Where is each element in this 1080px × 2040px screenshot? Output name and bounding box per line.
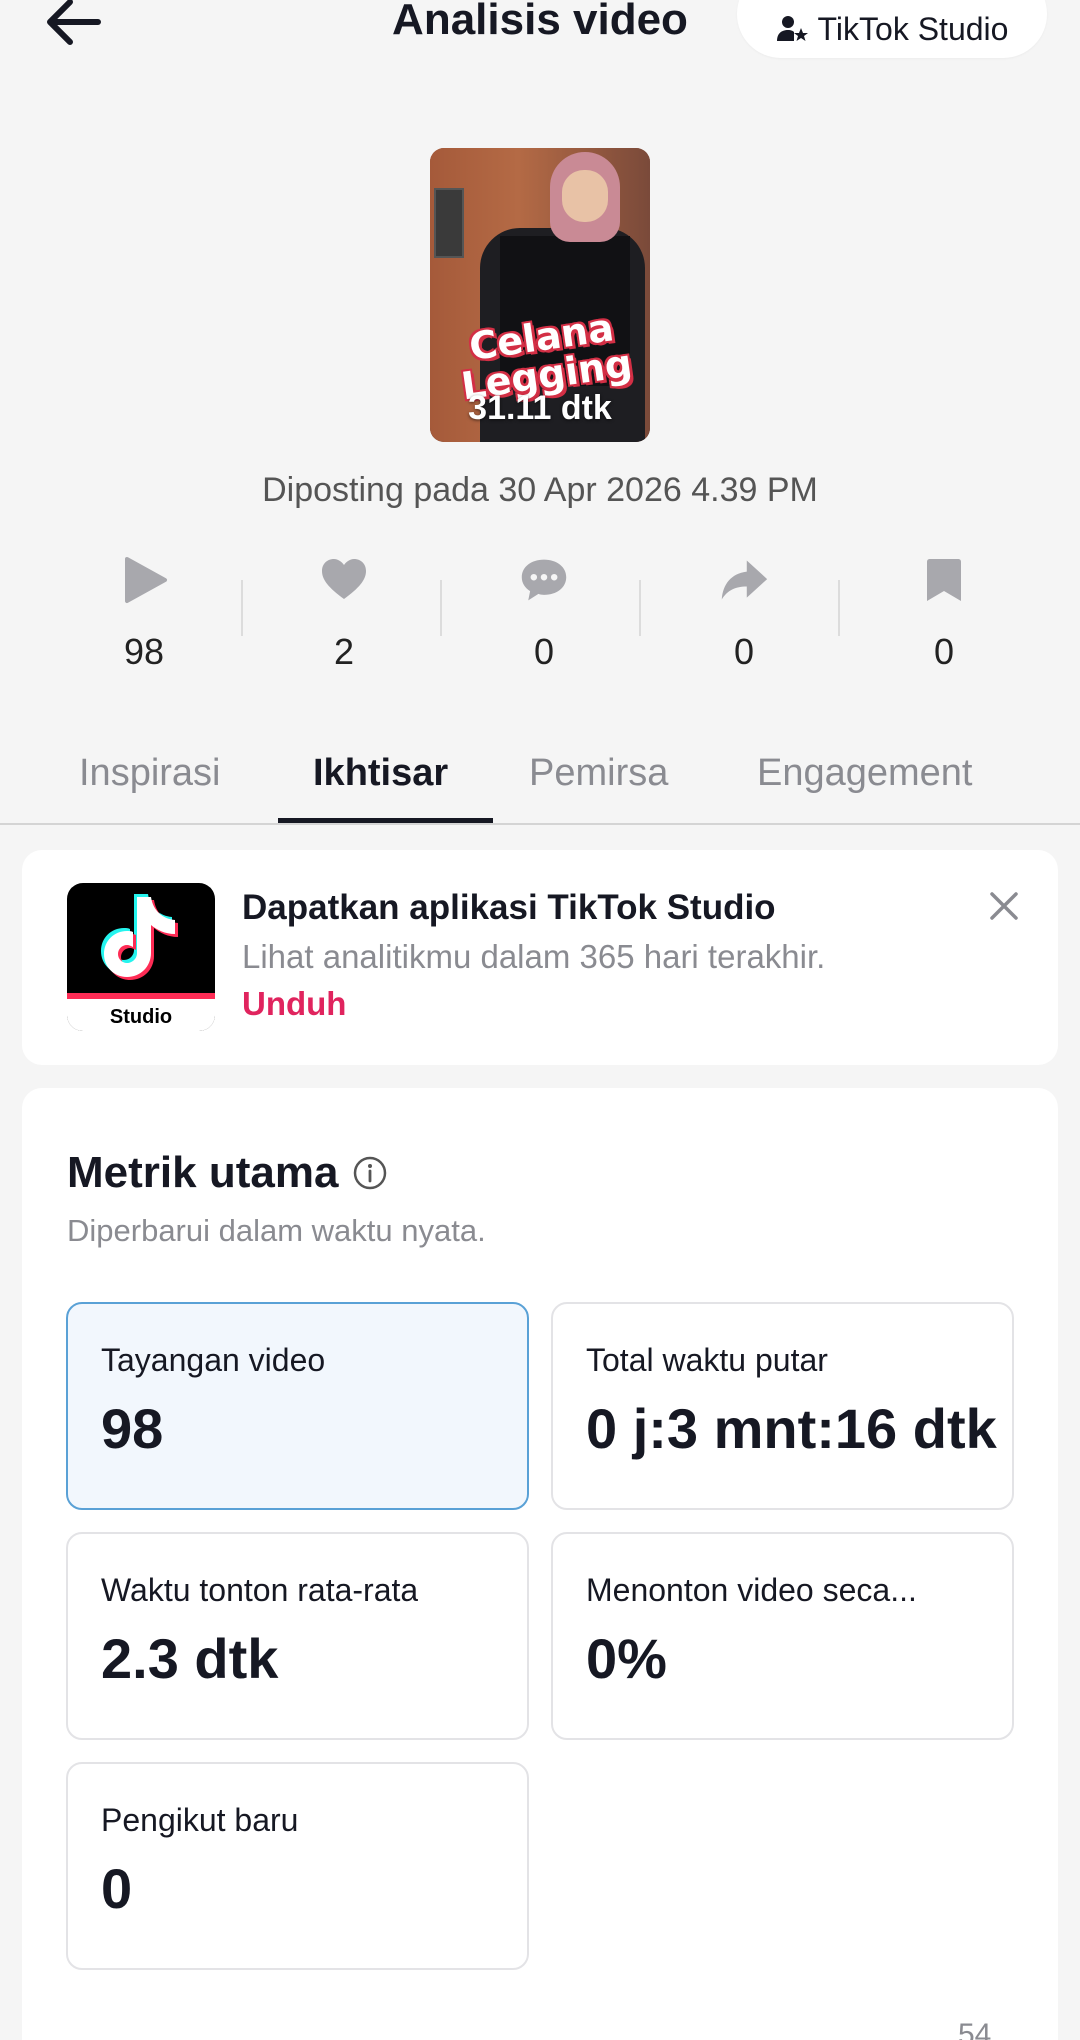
metric-value: 0%	[586, 1627, 667, 1690]
stat-comments: 0	[444, 555, 644, 685]
tiktok-studio-logo: Studio	[67, 883, 215, 1031]
close-promo-button[interactable]	[984, 886, 1024, 926]
tiktok-studio-label: TikTok Studio	[817, 10, 1009, 47]
active-tab-indicator	[278, 818, 493, 823]
logo-studio-word: Studio	[109, 1006, 173, 1028]
video-duration: 31.11 dtk	[468, 389, 612, 427]
metric-value: 0 j:3 mnt:16 dtk	[586, 1397, 997, 1460]
stat-value: 0	[733, 631, 755, 672]
metrics-title: Metrik utama	[67, 1148, 339, 1197]
metric-value: 98	[101, 1397, 164, 1460]
tab-inspirasi[interactable]: Inspirasi	[79, 745, 221, 825]
key-metrics-section: Metrik utama Diperbarui dalam waktu nyat…	[22, 1088, 1058, 2040]
tab-ikhtisar[interactable]: Ikhtisar	[313, 745, 448, 825]
metric-label: Total waktu putar	[586, 1342, 828, 1378]
metric-card-avg-watch-time[interactable]: Waktu tonton rata-rata 2.3 dtk	[66, 1532, 529, 1740]
metric-label: Tayangan video	[101, 1342, 326, 1378]
video-analytics-page: Analisis video TikTok Studio Celana Legg…	[0, 0, 1080, 2040]
stat-divider	[838, 580, 840, 636]
download-link[interactable]: Unduh	[242, 985, 346, 1023]
stat-value: 0	[933, 631, 955, 672]
metric-card-full-watch[interactable]: Menonton video seca... 0%	[551, 1532, 1014, 1740]
tiktok-note-icon	[101, 894, 178, 980]
metric-card-video-views[interactable]: Tayangan video 98	[66, 1302, 529, 1510]
info-icon[interactable]	[352, 1155, 388, 1191]
metric-card-new-followers[interactable]: Pengikut baru 0	[66, 1762, 529, 1970]
stat-divider	[639, 580, 641, 636]
video-thumbnail[interactable]: Celana Legging 31.11 dtk	[430, 148, 650, 442]
stat-likes: 2	[244, 555, 444, 685]
engagement-stats: 98 2 0 0 0	[44, 555, 1044, 685]
stat-divider	[241, 580, 243, 636]
metric-value: 2.3 dtk	[101, 1627, 279, 1690]
tiktok-studio-button[interactable]: TikTok Studio	[737, 0, 1047, 58]
metric-label: Pengikut baru	[101, 1802, 299, 1838]
thumbnail-face	[562, 170, 608, 222]
stat-shares: 0	[644, 555, 844, 685]
tab-engagement[interactable]: Engagement	[757, 745, 973, 825]
metric-card-total-watch-time[interactable]: Total waktu putar 0 j:3 mnt:16 dtk	[551, 1302, 1014, 1510]
tab-pemirsa[interactable]: Pemirsa	[529, 745, 668, 825]
page-number: 54	[958, 2018, 992, 2040]
metric-label: Menonton video seca...	[586, 1572, 917, 1608]
play-icon	[119, 555, 169, 605]
stat-value: 98	[123, 631, 165, 672]
bookmark-icon	[919, 555, 969, 605]
stat-value: 0	[533, 631, 555, 672]
studio-promo-banner: Studio Dapatkan aplikasi TikTok Studio L…	[22, 850, 1058, 1065]
thumbnail-frame	[434, 188, 464, 258]
share-icon	[719, 555, 769, 605]
user-star-icon	[776, 16, 808, 41]
close-icon	[990, 892, 1018, 920]
analytics-tabs: Inspirasi Ikhtisar Pemirsa Engagement	[0, 745, 1080, 825]
comment-icon	[519, 555, 569, 605]
stat-views: 98	[44, 555, 244, 685]
posted-date: Diposting pada 30 Apr 2026 4.39 PM	[262, 471, 818, 509]
stat-divider	[440, 580, 442, 636]
promo-title: Dapatkan aplikasi TikTok Studio	[242, 888, 776, 927]
metric-label: Waktu tonton rata-rata	[101, 1572, 419, 1608]
stat-value: 2	[333, 631, 355, 672]
stat-saves: 0	[844, 555, 1044, 685]
metric-value: 0	[101, 1857, 133, 1920]
metrics-heading: Metrik utama	[67, 1148, 388, 1198]
metrics-subtitle: Diperbarui dalam waktu nyata.	[67, 1213, 486, 1248]
heart-icon	[319, 555, 369, 605]
promo-subtitle: Lihat analitikmu dalam 365 hari terakhir…	[242, 938, 826, 975]
